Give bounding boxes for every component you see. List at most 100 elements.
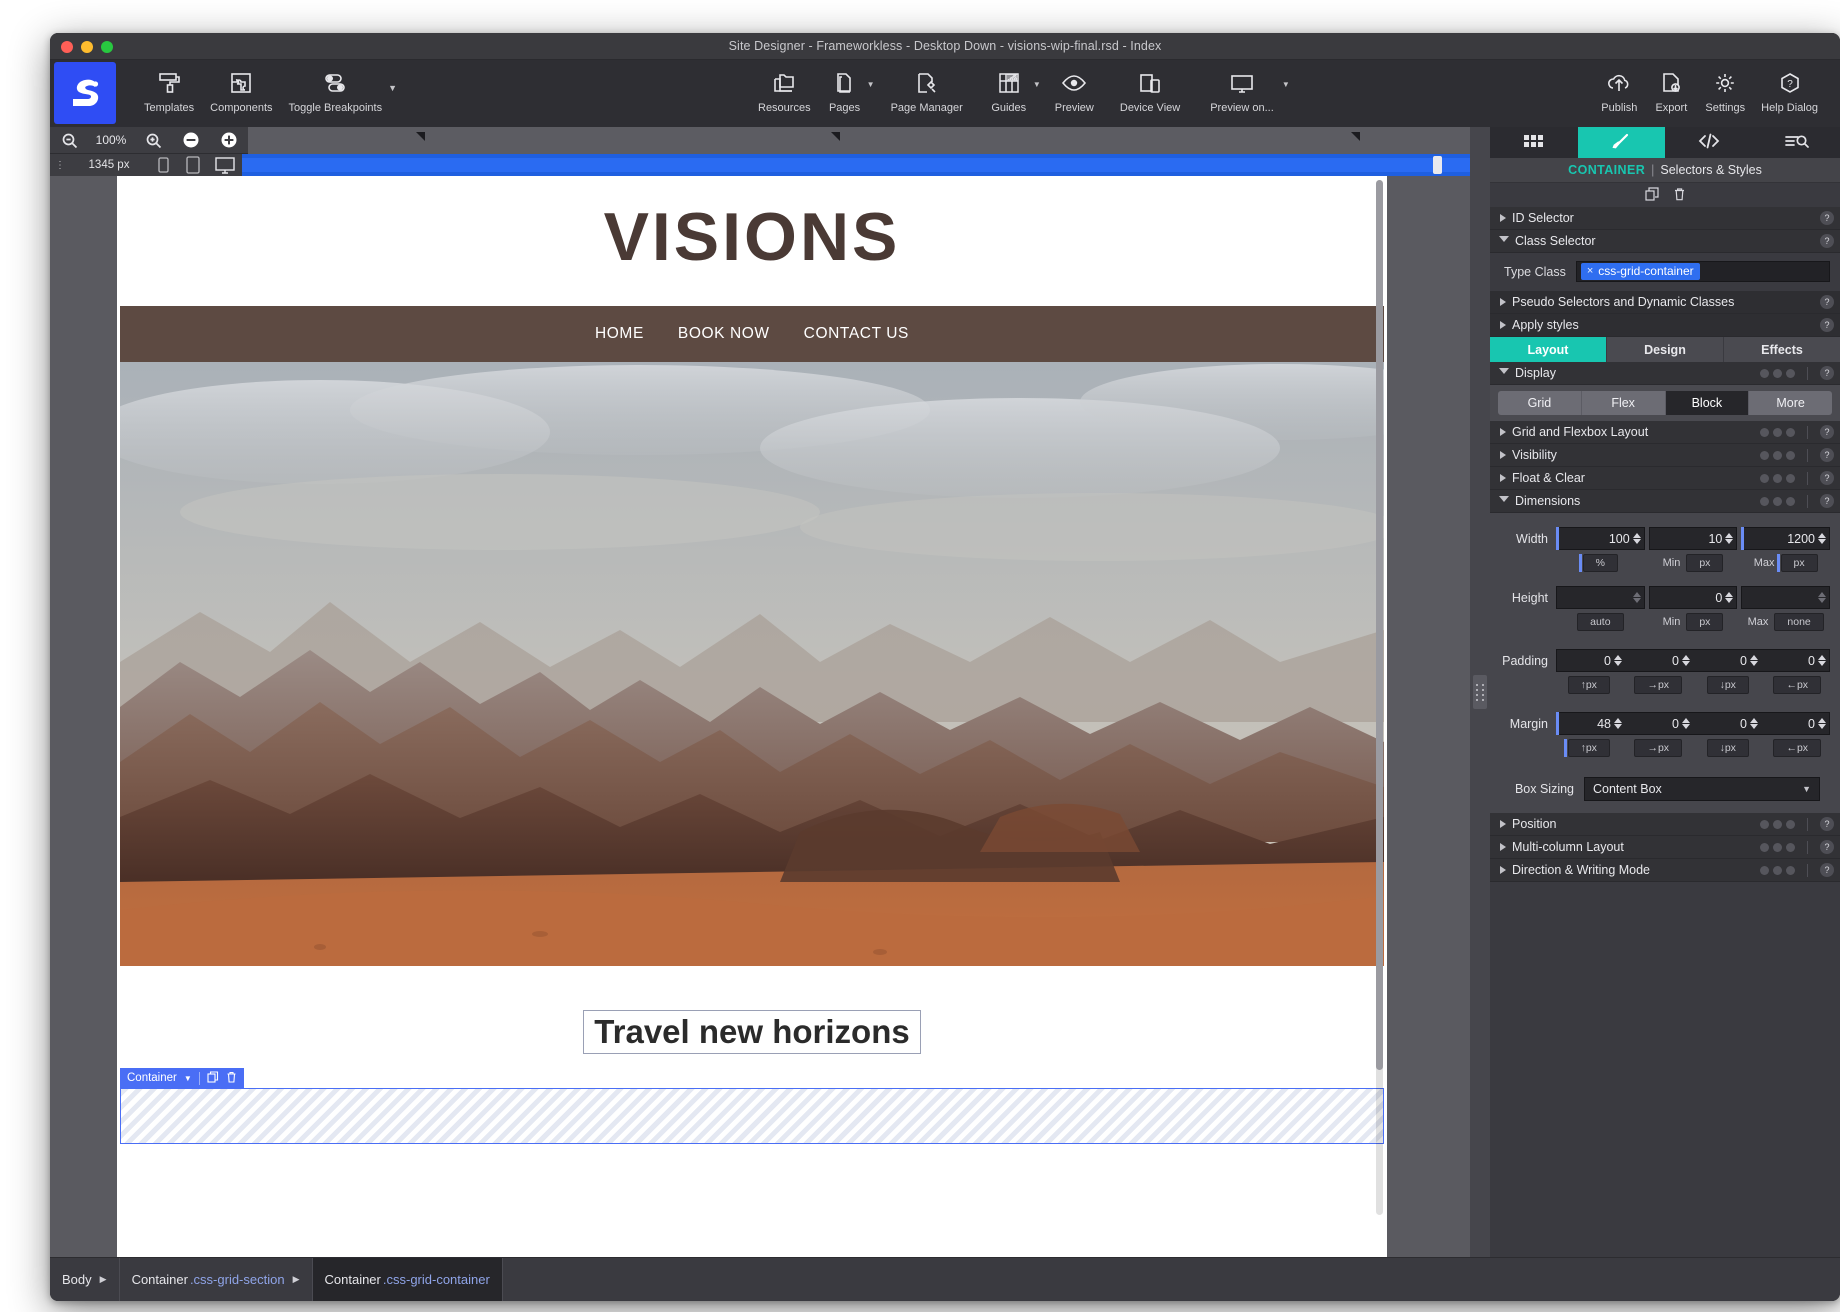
toolbar-components-button[interactable]: Components [202, 66, 280, 114]
help-icon[interactable]: ? [1820, 840, 1834, 854]
plus-circle-icon[interactable] [210, 127, 248, 154]
code-tab[interactable] [1665, 127, 1753, 158]
width-min-unit-button[interactable]: px [1686, 554, 1724, 572]
styles-tab[interactable] [1577, 127, 1665, 158]
help-icon[interactable]: ? [1820, 234, 1834, 248]
width-stepper[interactable] [1632, 533, 1641, 544]
box-sizing-select[interactable]: Content Box ▼ [1584, 777, 1820, 801]
padding-left-unit-button[interactable]: ←px [1773, 676, 1822, 694]
height-unit-button[interactable]: auto [1577, 613, 1624, 631]
height-min-stepper[interactable] [1725, 592, 1734, 603]
padding-top-stepper[interactable] [1614, 655, 1622, 666]
nav-link-home[interactable]: HOME [595, 325, 644, 343]
phone-icon[interactable] [148, 157, 178, 173]
trash-icon[interactable] [226, 1071, 237, 1086]
height-max-stepper[interactable] [1818, 592, 1827, 603]
margin-bottom-input[interactable]: 0 [1693, 712, 1761, 735]
width-max-input[interactable]: 1200 [1741, 527, 1831, 550]
width-max-unit-button[interactable]: px [1776, 554, 1818, 572]
section-class-selector[interactable]: Class Selector ? [1490, 230, 1840, 253]
help-icon[interactable]: ? [1820, 211, 1834, 225]
toolbar-guides-button[interactable]: Guides ▼ [983, 66, 1041, 114]
remove-class-icon[interactable]: × [1587, 265, 1593, 277]
duplicate-style-icon[interactable] [1644, 186, 1659, 204]
section-position[interactable]: Position ? [1490, 813, 1840, 836]
toolbar-preview-button[interactable]: Preview [1047, 66, 1102, 114]
find-tab[interactable] [1753, 127, 1840, 158]
scrollbar-thumb[interactable] [1376, 180, 1383, 1071]
site-nav[interactable]: HOME BOOK NOW CONTACT US [120, 306, 1384, 362]
toolbar-resources-button[interactable]: Resources [750, 66, 819, 114]
preview-on-chevron-down-icon[interactable]: ▼ [1282, 80, 1290, 89]
margin-top-unit-button[interactable]: ↑px [1563, 739, 1610, 757]
margin-top-input[interactable]: 48 [1556, 712, 1625, 735]
toolbar-export-button[interactable]: Export [1645, 66, 1697, 114]
nav-link-book-now[interactable]: BOOK NOW [678, 325, 770, 343]
selected-container-block[interactable]: Container ▼ [120, 1068, 1384, 1144]
grid-view-tab[interactable] [1490, 127, 1578, 158]
width-min-stepper[interactable] [1725, 533, 1734, 544]
horizontal-ruler[interactable] [248, 126, 1470, 154]
panel-resize-handle[interactable] [1470, 127, 1490, 1257]
help-icon[interactable]: ? [1820, 295, 1834, 309]
help-icon[interactable]: ? [1820, 366, 1834, 380]
toolbar-preview-on-button[interactable]: Preview on... ▼ [1202, 66, 1290, 114]
section-dimensions[interactable]: Dimensions ? [1490, 490, 1840, 513]
breakpoint-handle[interactable] [1433, 156, 1442, 174]
tab-design[interactable]: Design [1607, 337, 1724, 362]
width-value-input[interactable]: 100 [1556, 527, 1645, 550]
app-logo[interactable] [54, 62, 116, 124]
display-segmented-control[interactable]: Grid Flex Block More [1498, 391, 1832, 415]
selection-badge[interactable]: Container ▼ [120, 1068, 244, 1088]
section-grid-flexbox-layout[interactable]: Grid and Flexbox Layout ? [1490, 421, 1840, 444]
height-max-unit-button[interactable]: none [1774, 613, 1824, 631]
toolbar-templates-button[interactable]: Templates [136, 66, 202, 114]
section-apply-styles[interactable]: Apply styles ? [1490, 314, 1840, 337]
width-max-stepper[interactable] [1818, 533, 1827, 544]
margin-right-unit-button[interactable]: →px [1634, 739, 1683, 757]
height-stepper[interactable] [1632, 592, 1641, 603]
guides-chevron-down-icon[interactable]: ▼ [1033, 80, 1041, 89]
padding-right-stepper[interactable] [1682, 655, 1690, 666]
delete-style-icon[interactable] [1673, 187, 1686, 204]
pages-chevron-down-icon[interactable]: ▼ [867, 80, 875, 89]
section-display[interactable]: Display ? [1490, 362, 1840, 385]
display-option-flex[interactable]: Flex [1581, 391, 1666, 415]
breakpoint-track[interactable] [242, 154, 1470, 176]
margin-bottom-unit-button[interactable]: ↓px [1706, 739, 1749, 757]
breadcrumb-item-container-grid[interactable]: Container .css-grid-container [312, 1258, 503, 1301]
minus-circle-icon[interactable] [172, 127, 210, 154]
tab-effects[interactable]: Effects [1724, 337, 1840, 362]
help-icon[interactable]: ? [1820, 471, 1834, 485]
height-min-unit-button[interactable]: px [1686, 613, 1724, 631]
section-id-selector[interactable]: ID Selector ? [1490, 207, 1840, 230]
width-min-input[interactable]: 10 [1648, 527, 1738, 550]
toolbar-settings-button[interactable]: Settings [1697, 66, 1753, 114]
display-option-more[interactable]: More [1749, 391, 1832, 415]
width-unit-button[interactable]: % [1578, 554, 1618, 572]
display-option-block[interactable]: Block [1665, 391, 1750, 415]
padding-bottom-input[interactable]: 0 [1693, 649, 1761, 672]
padding-top-unit-button[interactable]: ↑px [1567, 676, 1610, 694]
section-pseudo-selectors[interactable]: Pseudo Selectors and Dynamic Classes ? [1490, 291, 1840, 314]
margin-right-stepper[interactable] [1682, 718, 1690, 729]
padding-top-input[interactable]: 0 [1556, 649, 1625, 672]
section-direction-writing-mode[interactable]: Direction & Writing Mode ? [1490, 859, 1840, 882]
tablet-icon[interactable] [178, 156, 208, 174]
breakpoint-width-value[interactable]: 1345 px [70, 159, 148, 171]
zoom-in-icon[interactable] [134, 127, 172, 154]
class-tag[interactable]: × css-grid-container [1580, 263, 1700, 280]
help-icon[interactable]: ? [1820, 318, 1834, 332]
padding-left-input[interactable]: 0 [1761, 649, 1830, 672]
margin-right-input[interactable]: 0 [1625, 712, 1693, 735]
margin-left-stepper[interactable] [1818, 718, 1826, 729]
padding-bottom-stepper[interactable] [1750, 655, 1758, 666]
padding-right-input[interactable]: 0 [1625, 649, 1693, 672]
nav-link-contact-us[interactable]: CONTACT US [804, 325, 909, 343]
padding-right-unit-button[interactable]: →px [1634, 676, 1683, 694]
subheading-text[interactable]: Travel new horizons [583, 1010, 921, 1054]
section-multi-column-layout[interactable]: Multi-column Layout ? [1490, 836, 1840, 859]
margin-left-input[interactable]: 0 [1761, 712, 1830, 735]
hero-image[interactable] [120, 362, 1384, 966]
margin-top-stepper[interactable] [1614, 718, 1622, 729]
